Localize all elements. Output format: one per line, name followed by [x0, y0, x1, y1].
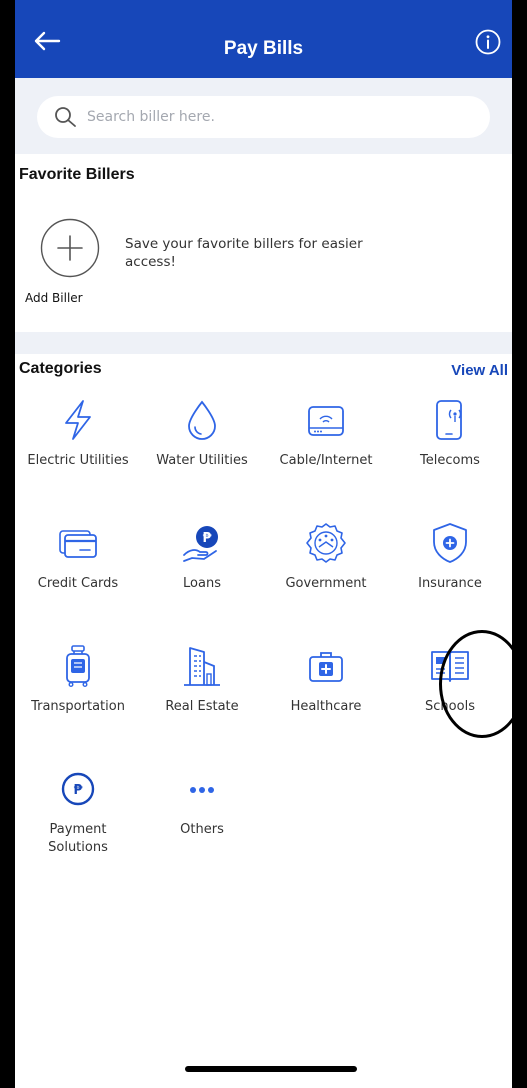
search-input[interactable]: [87, 109, 447, 125]
category-label: Insurance: [418, 576, 482, 591]
category-label: Transportation: [31, 699, 125, 714]
more-dots-icon: [190, 787, 214, 793]
highlight-circle-annotation: [439, 630, 512, 738]
category-real-estate[interactable]: Real Estate: [140, 644, 264, 716]
category-water-utilities[interactable]: Water Utilities: [140, 398, 264, 470]
category-label: Others: [180, 822, 224, 837]
search-bar-area: [15, 78, 512, 154]
category-healthcare[interactable]: Healthcare: [264, 644, 388, 716]
page-title: Pay Bills: [223, 38, 304, 59]
search-icon: [55, 107, 76, 127]
category-label: Payment Solutions: [48, 822, 108, 855]
category-telecoms[interactable]: Telecoms: [388, 398, 512, 470]
home-indicator[interactable]: [185, 1066, 357, 1072]
government-seal-icon: [306, 523, 346, 563]
pay-bills-screen: Pay Bills Favorite Billers Add Biller Sa…: [15, 0, 512, 1088]
lightning-icon: [65, 400, 91, 440]
category-transportation[interactable]: Transportation: [16, 644, 140, 716]
categories-title: Categories: [19, 360, 102, 377]
view-all-link[interactable]: View All: [451, 362, 508, 379]
category-label: Real Estate: [165, 699, 239, 714]
router-icon: [308, 406, 344, 436]
category-insurance[interactable]: Insurance: [388, 521, 512, 593]
search-box[interactable]: [37, 96, 490, 138]
category-label: Telecoms: [420, 453, 480, 468]
favorite-billers-section: Favorite Billers Add Biller Save your fa…: [15, 154, 512, 332]
category-label: Electric Utilities: [27, 453, 129, 468]
category-payment-solutions[interactable]: ₱ Payment Solutions: [16, 767, 140, 857]
water-drop-icon: [188, 400, 216, 440]
category-others[interactable]: Others: [140, 767, 264, 839]
section-divider: [15, 332, 512, 354]
category-cable-internet[interactable]: Cable/Internet: [264, 398, 388, 470]
medical-kit-icon: [309, 652, 343, 682]
add-biller-label: Add Biller: [25, 291, 83, 305]
category-label: Loans: [183, 576, 221, 591]
info-icon[interactable]: [474, 28, 502, 56]
category-label: Healthcare: [290, 699, 362, 714]
shield-icon: [433, 523, 467, 563]
category-label: Government: [285, 576, 367, 591]
loan-hand-icon: ₱: [183, 526, 218, 562]
category-label: Cable/Internet: [279, 453, 373, 468]
category-credit-cards[interactable]: Credit Cards: [16, 521, 140, 593]
phone-signal-icon: [436, 400, 462, 440]
building-icon: [184, 647, 220, 686]
favorite-billers-title: Favorite Billers: [19, 166, 135, 183]
peso-coin-icon: ₱: [61, 772, 95, 806]
favorite-billers-hint: Save your favorite billers for easier ac…: [125, 236, 363, 270]
category-loans[interactable]: ₱ Loans: [140, 521, 264, 593]
svg-text:₱: ₱: [73, 783, 83, 798]
category-government[interactable]: Government: [264, 521, 388, 593]
category-electric-utilities[interactable]: Electric Utilities: [16, 398, 140, 470]
category-label: Credit Cards: [37, 576, 119, 591]
luggage-icon: [66, 645, 90, 688]
category-label: Water Utilities: [156, 453, 248, 468]
credit-card-icon: [59, 530, 97, 558]
svg-text:₱: ₱: [202, 531, 212, 546]
add-biller-button[interactable]: [40, 218, 100, 278]
app-header: Pay Bills: [15, 0, 512, 78]
